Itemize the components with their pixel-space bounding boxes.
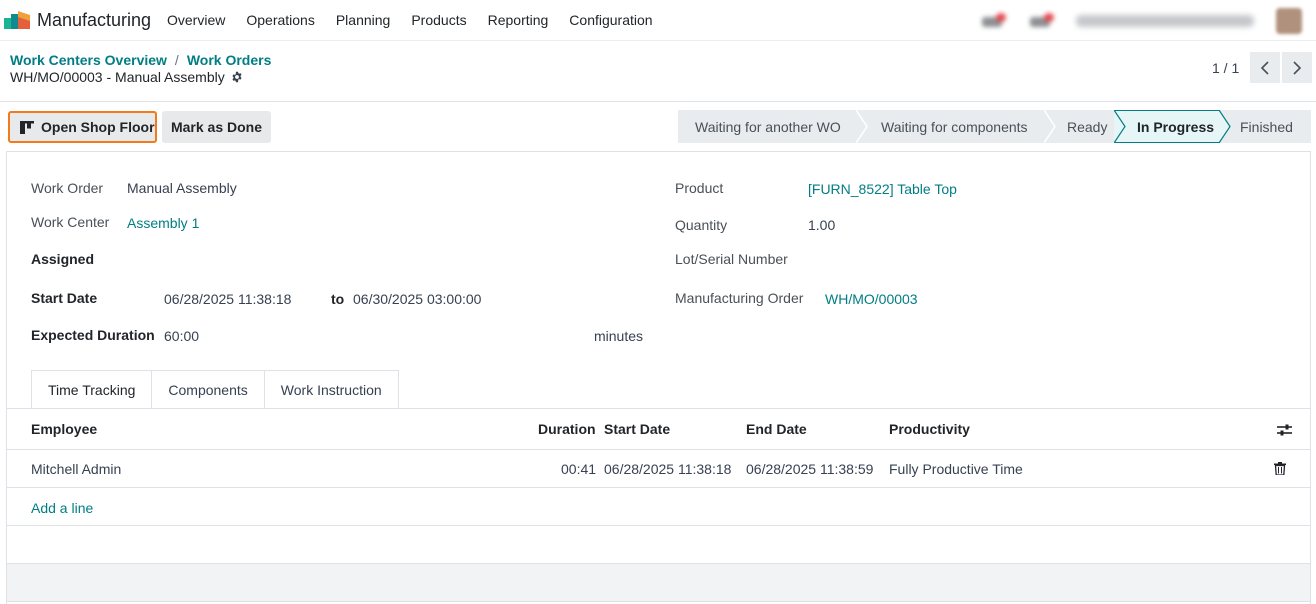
row-employee[interactable]: Mitchell Admin <box>31 461 121 477</box>
mark-as-done-button[interactable]: Mark as Done <box>162 111 271 143</box>
gear-icon[interactable] <box>231 71 243 83</box>
expected-duration-field[interactable]: 60:00 <box>164 328 199 344</box>
pager-next-button[interactable] <box>1282 52 1312 83</box>
chevron-left-icon <box>1260 60 1269 75</box>
product-link[interactable]: [FURN_8522] Table Top <box>808 181 957 197</box>
pager-value: 1 / 1 <box>1212 60 1240 76</box>
work-center-link[interactable]: Assembly 1 <box>127 215 199 231</box>
stage-waiting-another-wo[interactable]: Waiting for another WO <box>678 110 868 143</box>
work-center-label: Work Center <box>31 214 110 230</box>
user-avatar[interactable] <box>1276 7 1302 34</box>
menu-planning[interactable]: Planning <box>336 12 391 28</box>
manufacturing-order-link[interactable]: WH/MO/00003 <box>825 291 918 307</box>
quantity-label: Quantity <box>675 217 728 233</box>
breadcrumb: Work Centers Overview / Work Orders <box>10 52 271 68</box>
add-a-line-link[interactable]: Add a line <box>31 500 93 516</box>
stage-separator <box>856 110 868 143</box>
stage-finished[interactable]: Finished <box>1220 110 1311 143</box>
menu-overview[interactable]: Overview <box>167 12 225 28</box>
end-date-field[interactable]: 06/30/2025 03:00:00 <box>353 291 481 307</box>
empty-row <box>7 526 1310 563</box>
breadcrumb-work-orders[interactable]: Work Orders <box>187 52 272 68</box>
app-title[interactable]: Manufacturing <box>37 10 151 31</box>
breadcrumb-separator: / <box>174 52 179 68</box>
stage-in-progress[interactable]: In Progress <box>1115 110 1231 143</box>
activity-icon[interactable] <box>1028 12 1054 29</box>
row-end-date[interactable]: 06/28/2025 11:38:59 <box>746 461 873 477</box>
start-date-label: Start Date <box>31 290 98 306</box>
tab-work-instruction[interactable]: Work Instruction <box>264 370 399 409</box>
quantity-field[interactable]: 1.00 <box>808 217 835 233</box>
row-divider <box>7 487 1310 488</box>
chat-icon[interactable] <box>980 12 1006 29</box>
menu-configuration[interactable]: Configuration <box>569 12 652 28</box>
breadcrumb-work-centers-overview[interactable]: Work Centers Overview <box>10 52 167 68</box>
tab-time-tracking[interactable]: Time Tracking <box>31 370 153 409</box>
start-date-field[interactable]: 06/28/2025 11:38:18 <box>164 291 291 307</box>
menu-operations[interactable]: Operations <box>246 12 314 28</box>
top-navbar: Manufacturing Overview Operations Planni… <box>0 0 1316 41</box>
menu-products[interactable]: Products <box>411 12 466 28</box>
record-title: WH/MO/00003 - Manual Assembly <box>10 69 243 85</box>
manufacturing-order-label: Manufacturing Order <box>675 290 804 306</box>
status-bar: Waiting for another WO Waiting for compo… <box>678 110 1311 143</box>
navbar-right <box>980 0 1316 41</box>
column-employee[interactable]: Employee <box>31 421 97 437</box>
lot-serial-label: Lot/Serial Number <box>675 251 788 267</box>
column-end-date[interactable]: End Date <box>746 421 807 437</box>
column-start-date[interactable]: Start Date <box>604 421 670 437</box>
duration-unit: minutes <box>594 328 644 344</box>
stage-separator <box>1114 110 1126 143</box>
row-divider <box>7 601 1310 602</box>
optional-columns-icon[interactable] <box>1277 423 1292 437</box>
assigned-label: Assigned <box>31 251 95 267</box>
product-label: Product <box>675 180 724 196</box>
chevron-right-icon <box>1293 60 1302 75</box>
open-shop-floor-button[interactable]: Open Shop Floor <box>8 111 157 143</box>
stage-separator <box>1044 110 1056 143</box>
stage-separator <box>1219 110 1231 143</box>
shop-floor-icon <box>20 120 34 134</box>
manufacturing-app-icon[interactable] <box>4 11 30 29</box>
menu-reporting[interactable]: Reporting <box>488 12 549 28</box>
empty-row <box>7 564 1310 601</box>
notebook-tabs: Time Tracking Components Work Instructio… <box>31 370 399 409</box>
company-switcher[interactable] <box>1076 14 1254 27</box>
row-start-date[interactable]: 06/28/2025 11:38:18 <box>604 461 731 477</box>
trash-icon[interactable] <box>1274 462 1286 475</box>
expected-duration-label: Expected Duration <box>31 327 155 343</box>
table-top-border <box>7 408 1310 409</box>
record-name: WH/MO/00003 - Manual Assembly <box>10 69 225 85</box>
row-duration[interactable]: 00:41 <box>561 461 596 477</box>
pager-previous-button[interactable] <box>1250 52 1280 83</box>
open-shop-floor-label: Open Shop Floor <box>41 119 155 135</box>
stage-waiting-components[interactable]: Waiting for components <box>857 110 1056 143</box>
tab-components[interactable]: Components <box>152 370 265 409</box>
main-menu: Overview Operations Planning Products Re… <box>167 12 674 28</box>
work-order-field[interactable]: Manual Assembly <box>127 180 237 196</box>
column-productivity[interactable]: Productivity <box>889 421 970 437</box>
column-duration[interactable]: Duration <box>538 421 596 437</box>
work-order-label: Work Order <box>31 180 104 196</box>
control-panel-divider <box>0 101 1316 102</box>
row-productivity[interactable]: Fully Productive Time <box>889 461 1023 477</box>
date-range-to-label: to <box>331 291 345 307</box>
row-divider <box>7 449 1310 450</box>
